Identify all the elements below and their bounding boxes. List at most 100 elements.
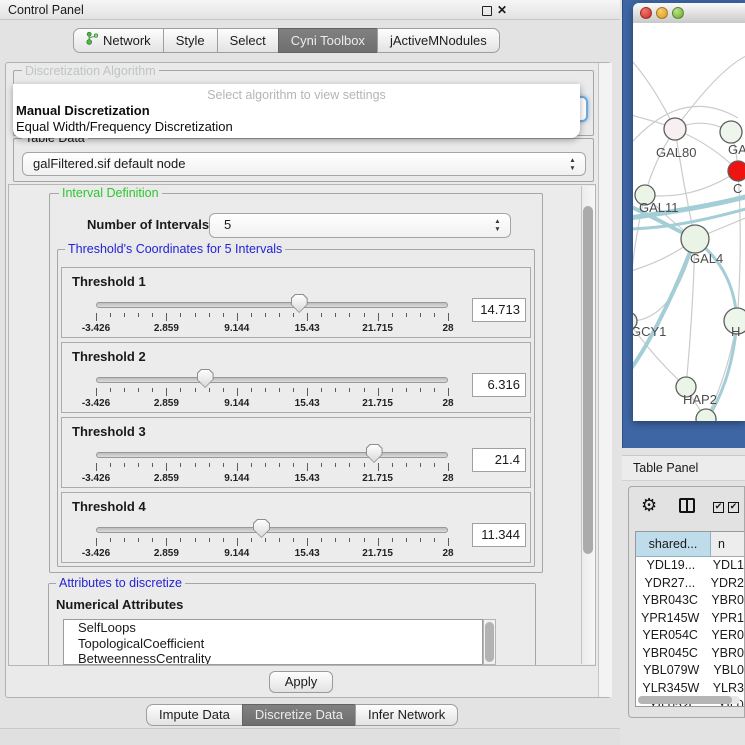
network-window-titlebar[interactable] xyxy=(633,3,745,24)
checkbox-checked-icon[interactable]: ✔ xyxy=(728,502,739,513)
tick-mark xyxy=(96,463,97,471)
table-hscrollbar-track[interactable] xyxy=(638,696,740,704)
column-header-name[interactable]: n xyxy=(711,532,744,557)
slider-tick-area xyxy=(96,463,448,472)
tick-label: 21.715 xyxy=(362,398,393,409)
cell-name: YDR2 xyxy=(704,575,744,593)
tick-label: 21.715 xyxy=(362,323,393,334)
tick-mark xyxy=(237,313,238,321)
tick-mark xyxy=(223,538,224,542)
tick-mark xyxy=(138,538,139,542)
tick-label: 9.144 xyxy=(224,398,249,409)
cell-shared-name: YBR045C xyxy=(636,645,704,663)
network-node-c[interactable] xyxy=(728,161,745,181)
table-row[interactable]: YBL079WYBL0 xyxy=(636,662,744,680)
tick-mark xyxy=(152,463,153,467)
float-window-icon[interactable] xyxy=(482,6,492,16)
tick-mark xyxy=(293,313,294,317)
dropdown-option-equal-width-frequency[interactable]: Equal Width/Frequency Discretization xyxy=(16,119,233,134)
tick-mark xyxy=(138,313,139,317)
slider-track[interactable] xyxy=(96,452,448,458)
minimize-traffic-light-icon[interactable] xyxy=(656,7,668,19)
table-row[interactable]: YDL19...YDL1 xyxy=(636,557,744,575)
tick-mark xyxy=(265,463,266,467)
tick-mark xyxy=(209,313,210,317)
tick-label: 15.43 xyxy=(295,548,320,559)
tick-mark xyxy=(96,538,97,546)
slider-thumb[interactable] xyxy=(253,519,270,538)
attributes-list: SelfLoopsTopologicalCoefficientBetweenne… xyxy=(63,619,483,665)
slider-track[interactable] xyxy=(96,527,448,533)
tab-label: Network xyxy=(103,29,151,52)
bottom-strip xyxy=(0,728,620,745)
attribute-list-item[interactable]: SelfLoops xyxy=(64,620,482,636)
tick-mark xyxy=(378,313,379,321)
table-hscrollbar-thumb[interactable] xyxy=(638,696,732,704)
tab-select[interactable]: Select xyxy=(217,28,279,53)
table-row[interactable]: YDR27...YDR2 xyxy=(636,575,744,593)
checkbox-checked-icon[interactable]: ✔ xyxy=(713,502,724,513)
attribute-list-item[interactable]: TopologicalCoefficient xyxy=(64,636,482,652)
slider-track[interactable] xyxy=(96,377,448,383)
apply-button[interactable]: Apply xyxy=(269,671,333,693)
tick-mark xyxy=(321,538,322,542)
slider-thumb[interactable] xyxy=(291,294,308,313)
network-node-gal4[interactable] xyxy=(681,225,709,253)
tab-label: Select xyxy=(230,29,266,52)
tab-style[interactable]: Style xyxy=(163,28,218,53)
tab-infer-network[interactable]: Infer Network xyxy=(355,704,458,726)
table-row[interactable]: YLR345WYLR3 xyxy=(636,680,744,698)
table-row[interactable]: YER054CYER0 xyxy=(636,627,744,645)
network-svg: GAL80GAGAL11CGAL4GCY1HHAP2 xyxy=(633,23,745,421)
column-header-shared-name[interactable]: shared... xyxy=(636,532,711,557)
cell-name: YBL0 xyxy=(706,662,744,680)
dropdown-option-manual-discretization[interactable]: Manual Discretization xyxy=(16,103,150,118)
close-traffic-light-icon[interactable] xyxy=(640,7,652,19)
tab-impute-data[interactable]: Impute Data xyxy=(146,704,243,726)
tick-mark xyxy=(349,463,350,467)
split-view-icon[interactable] xyxy=(679,498,695,513)
table-data-combo[interactable]: galFiltered.sif default node xyxy=(22,152,586,176)
zoom-traffic-light-icon[interactable] xyxy=(672,7,684,19)
slider-track[interactable] xyxy=(96,302,448,308)
tick-label: 2.859 xyxy=(154,398,179,409)
threshold-value-field[interactable]: 11.344 xyxy=(472,523,526,547)
tick-label: -3.426 xyxy=(82,398,110,409)
attribute-list-item[interactable]: BetweennessCentrality xyxy=(64,651,482,665)
tab-cyni-toolbox[interactable]: Cyni Toolbox xyxy=(278,28,378,53)
network-node-ga[interactable] xyxy=(720,121,742,143)
interval-definition-title: Interval Definition xyxy=(59,186,162,200)
tab-jactivemnodules[interactable]: jActiveMNodules xyxy=(377,28,500,53)
network-node-label: HAP2 xyxy=(683,392,717,407)
gear-icon[interactable]: ⚙ xyxy=(641,494,657,518)
screen: Control Panel ✕ NetworkStyleSelectCyni T… xyxy=(0,0,745,745)
slider-thumb[interactable] xyxy=(366,444,383,463)
tab-network[interactable]: Network xyxy=(73,28,164,53)
network-canvas[interactable]: GAL80GAGAL11CGAL4GCY1HHAP2 xyxy=(633,23,745,421)
tab-label: jActiveMNodules xyxy=(390,29,487,52)
cell-shared-name: YLR345W xyxy=(636,680,706,698)
network-edge[interactable] xyxy=(675,53,745,129)
close-icon[interactable]: ✕ xyxy=(497,2,507,18)
network-node-gal80[interactable] xyxy=(664,118,686,140)
network-edge[interactable] xyxy=(645,171,738,196)
tick-mark xyxy=(434,463,435,467)
settings-scrollbar-thumb[interactable] xyxy=(583,206,593,554)
table-row[interactable]: YBR043CYBR0 xyxy=(636,592,744,610)
threshold-value-field[interactable]: 14.713 xyxy=(472,298,526,322)
panel-scrollbar-track[interactable] xyxy=(598,63,612,697)
attributes-list-scrollbar[interactable] xyxy=(483,619,496,665)
threshold-value-field[interactable]: 6.316 xyxy=(472,373,526,397)
threshold-value-field[interactable]: 21.4 xyxy=(472,448,526,472)
slider-thumb[interactable] xyxy=(197,369,214,388)
number-of-intervals-combo[interactable]: 5 xyxy=(209,213,511,238)
tab-discretize-data[interactable]: Discretize Data xyxy=(242,704,356,726)
scrollbar-thumb[interactable] xyxy=(485,622,494,662)
tick-mark xyxy=(279,313,280,317)
network-edge-thick[interactable] xyxy=(633,239,695,379)
tick-mark xyxy=(166,313,167,321)
table-row[interactable]: YPR145WYPR1 xyxy=(636,610,744,628)
network-node-label: GCY1 xyxy=(633,324,666,339)
tick-mark xyxy=(364,313,365,317)
table-row[interactable]: YBR045CYBR0 xyxy=(636,645,744,663)
